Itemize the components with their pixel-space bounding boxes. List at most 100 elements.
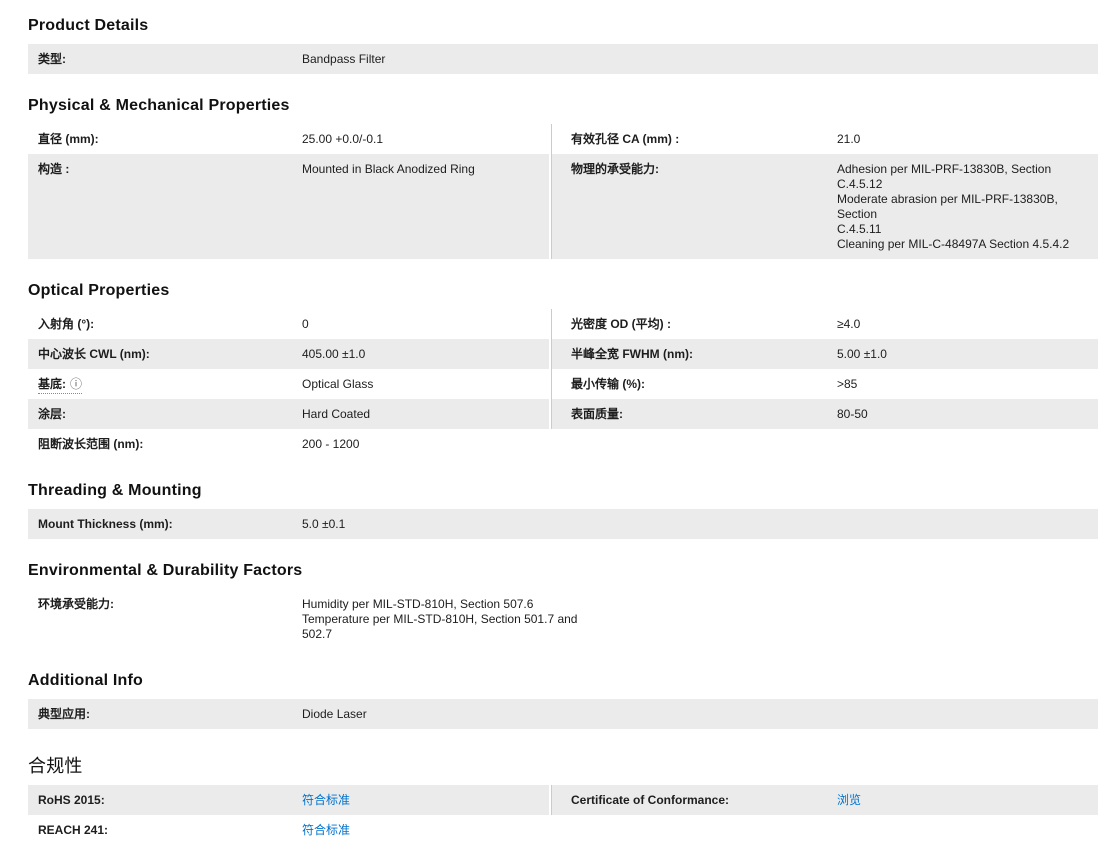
spec-label-text: 类型: bbox=[38, 52, 66, 66]
spec-label-wrap: 环境承受能力: bbox=[38, 597, 114, 611]
spec-label-wrap: Certificate of Conformance: bbox=[571, 793, 729, 807]
spec-cell: 有效孔径 CA (mm) : 21.0 bbox=[551, 124, 1098, 154]
section-additional-info: Additional Info 典型应用: Diode Laser bbox=[28, 672, 1098, 729]
spec-cell: 构造 : Mounted in Black Anodized Ring bbox=[28, 154, 551, 259]
spec-row: RoHS 2015: 符合标准 Certificate of Conformance… bbox=[28, 785, 1098, 815]
spec-link[interactable]: 浏览 bbox=[837, 793, 861, 808]
spec-row: 构造 : Mounted in Black Anodized Ring 物理的承受能… bbox=[28, 154, 1098, 259]
spec-cell: RoHS 2015: 符合标准 bbox=[28, 785, 551, 815]
spec-cell: 光密度 OD (平均) : ≥4.0 bbox=[551, 309, 1098, 339]
spec-label-text: 阻断波长范围 (nm): bbox=[38, 437, 144, 451]
spec-value: 5.00 ±1.0 bbox=[837, 347, 887, 361]
section-physical-mechanical-properties: Physical & Mechanical Properties 直径 (mm):… bbox=[28, 97, 1098, 259]
spec-label: 环境承受能力: bbox=[38, 597, 302, 612]
spec-label-text: Mount Thickness (mm): bbox=[38, 517, 173, 531]
spec-value: 21.0 bbox=[837, 132, 861, 146]
spec-value: 5.0 ±0.1 bbox=[302, 517, 346, 531]
spec-row: 涂层: Hard Coated 表面质量: 80-50 bbox=[28, 399, 1098, 429]
section-title: 合规性 bbox=[28, 756, 83, 776]
section-title: Environmental & Durability Factors bbox=[28, 562, 303, 579]
spec-value: Adhesion per MIL-PRF-13830B, Section C.4… bbox=[837, 162, 1070, 251]
spec-label: 光密度 OD (平均) : bbox=[571, 317, 837, 332]
spec-cell: 基底: ⓘ Optical Glass bbox=[28, 369, 551, 399]
spec-cell: 物理的承受能力: Adhesion per MIL-PRF-13830B, Sec… bbox=[551, 154, 1098, 259]
spec-value: Bandpass Filter bbox=[302, 52, 386, 66]
spec-label-text: 涂层: bbox=[38, 407, 66, 421]
spec-label: 基底: ⓘ bbox=[38, 377, 302, 394]
spec-cell: Mount Thickness (mm): 5.0 ±0.1 bbox=[28, 509, 1098, 539]
spec-label-wrap: 基底: ⓘ bbox=[38, 377, 83, 394]
spec-label-text: 光密度 OD (平均) : bbox=[571, 317, 671, 331]
spec-cell: 中心波长 CWL (nm): 405.00 ±1.0 bbox=[28, 339, 551, 369]
spec-label-text: 物理的承受能力: bbox=[571, 162, 659, 176]
spec-label-wrap: 表面质量: bbox=[571, 407, 623, 421]
section-title: Additional Info bbox=[28, 672, 143, 689]
spec-value: 0 bbox=[302, 317, 309, 331]
spec-label-wrap: 典型应用: bbox=[38, 707, 90, 721]
spec-label-wrap: 涂层: bbox=[38, 407, 66, 421]
product-specs-page: Product Details 类型: Bandpass Filter Physica… bbox=[28, 17, 1098, 845]
spec-label: 构造 : bbox=[38, 162, 302, 177]
spec-row: 典型应用: Diode Laser bbox=[28, 699, 1098, 729]
spec-row: 基底: ⓘ Optical Glass 最小传输 (%): >85 bbox=[28, 369, 1098, 399]
spec-cell: Certificate of Conformance: 浏览 bbox=[551, 785, 1098, 815]
section-title: Optical Properties bbox=[28, 282, 170, 299]
spec-row: REACH 241: 符合标准 bbox=[28, 815, 1098, 845]
spec-cell: 阻断波长范围 (nm): 200 - 1200 bbox=[28, 429, 1098, 459]
spec-row: 类型: Bandpass Filter bbox=[28, 44, 1098, 74]
spec-label: 表面质量: bbox=[571, 407, 837, 422]
spec-cell: 半峰全宽 FWHM (nm): 5.00 ±1.0 bbox=[551, 339, 1098, 369]
spec-label: 中心波长 CWL (nm): bbox=[38, 347, 302, 362]
spec-value: Hard Coated bbox=[302, 407, 371, 421]
spec-label: 有效孔径 CA (mm) : bbox=[571, 132, 837, 147]
spec-label-text: 最小传输 (%): bbox=[571, 377, 645, 391]
spec-label: 半峰全宽 FWHM (nm): bbox=[571, 347, 837, 362]
spec-label-wrap: Mount Thickness (mm): bbox=[38, 517, 173, 531]
spec-label-wrap: 构造 : bbox=[38, 162, 69, 176]
spec-row: 直径 (mm): 25.00 +0.0/-0.1 有效孔径 CA (mm) : 21.… bbox=[28, 124, 1098, 154]
spec-value: 405.00 ±1.0 bbox=[302, 347, 366, 361]
spec-label-text: Certificate of Conformance: bbox=[571, 793, 730, 807]
spec-value: Humidity per MIL-STD-810H, Section 507.6… bbox=[302, 597, 578, 641]
spec-label: 典型应用: bbox=[38, 707, 302, 722]
spec-label-text: 半峰全宽 FWHM (nm): bbox=[571, 347, 693, 361]
info-icon[interactable]: ⓘ bbox=[70, 377, 82, 391]
spec-label-wrap: 直径 (mm): bbox=[38, 132, 99, 146]
spec-link[interactable]: 符合标准 bbox=[302, 823, 350, 838]
spec-value: 25.00 +0.0/-0.1 bbox=[302, 132, 384, 146]
spec-row: 阻断波长范围 (nm): 200 - 1200 bbox=[28, 429, 1098, 459]
spec-link[interactable]: 符合标准 bbox=[302, 793, 350, 808]
spec-label-text: 入射角 (°): bbox=[38, 317, 95, 331]
spec-label: 最小传输 (%): bbox=[571, 377, 837, 392]
spec-label-text: 构造 : bbox=[38, 162, 70, 176]
spec-cell: 入射角 (°): 0 bbox=[28, 309, 551, 339]
spec-value: 80-50 bbox=[837, 407, 868, 421]
spec-label: 直径 (mm): bbox=[38, 132, 302, 147]
spec-label-text: 典型应用: bbox=[38, 707, 90, 721]
spec-value: 200 - 1200 bbox=[302, 437, 360, 451]
spec-label: Mount Thickness (mm): bbox=[38, 517, 302, 532]
spec-label: 阻断波长范围 (nm): bbox=[38, 437, 302, 452]
spec-cell: REACH 241: 符合标准 bbox=[28, 815, 1098, 845]
spec-value: >85 bbox=[837, 377, 858, 391]
section-compliance: 合规性 RoHS 2015: 符合标准 Certificate of Conforma… bbox=[28, 752, 1098, 845]
spec-label-wrap: 有效孔径 CA (mm) : bbox=[571, 132, 679, 146]
spec-label-wrap: 阻断波长范围 (nm): bbox=[38, 437, 143, 451]
spec-label-text: 环境承受能力: bbox=[38, 597, 114, 611]
spec-label-text: REACH 241: bbox=[38, 823, 109, 837]
section-environmental-durability-factors: Environmental & Durability Factors 环境承受能力… bbox=[28, 562, 1098, 649]
spec-cell: 直径 (mm): 25.00 +0.0/-0.1 bbox=[28, 124, 551, 154]
spec-label-text: 表面质量: bbox=[571, 407, 623, 421]
section-product-details: Product Details 类型: Bandpass Filter bbox=[28, 17, 1098, 74]
spec-label-wrap: 光密度 OD (平均) : bbox=[571, 317, 671, 331]
spec-label-wrap: 最小传输 (%): bbox=[571, 377, 645, 391]
spec-label: 涂层: bbox=[38, 407, 302, 422]
spec-label-wrap: 半峰全宽 FWHM (nm): bbox=[571, 347, 693, 361]
spec-label-text: 中心波长 CWL (nm): bbox=[38, 347, 150, 361]
spec-value: Diode Laser bbox=[302, 707, 367, 721]
spec-label: 入射角 (°): bbox=[38, 317, 302, 332]
spec-value: Mounted in Black Anodized Ring bbox=[302, 162, 475, 176]
spec-label: RoHS 2015: bbox=[38, 793, 302, 808]
spec-cell: 最小传输 (%): >85 bbox=[551, 369, 1098, 399]
spec-cell: 涂层: Hard Coated bbox=[28, 399, 551, 429]
